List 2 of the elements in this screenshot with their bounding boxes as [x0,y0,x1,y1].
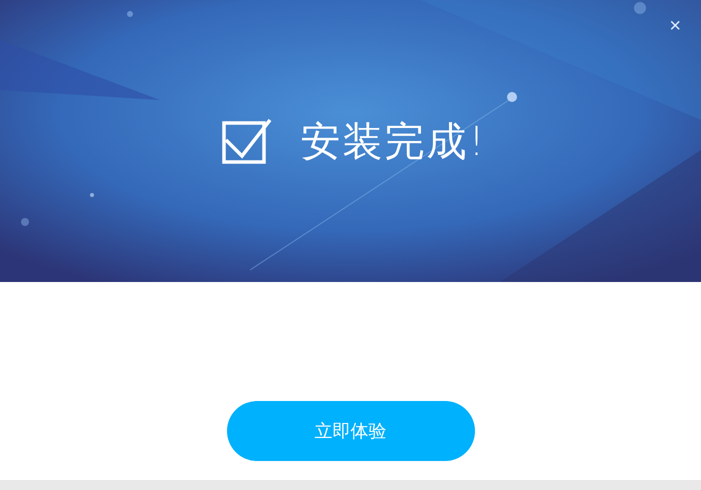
close-button[interactable]: × [665,14,685,38]
completion-title: 安装完成! [300,118,487,166]
